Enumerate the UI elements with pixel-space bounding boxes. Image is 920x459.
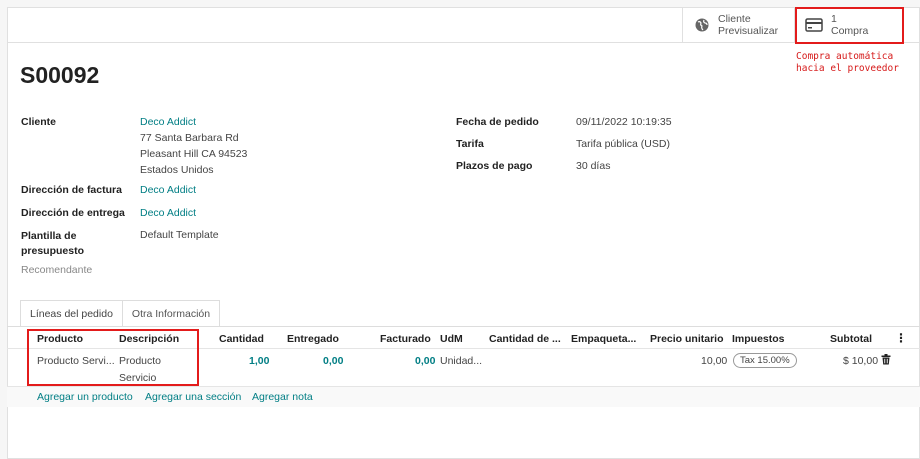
col-header-cantidad-de[interactable]: Cantidad de ... bbox=[489, 333, 561, 345]
row-entregado[interactable]: 0,00 bbox=[323, 355, 343, 367]
column-options-icon[interactable]: ⋮ bbox=[895, 331, 907, 345]
factura-label: Dirección de factura bbox=[21, 184, 122, 196]
cliente-address-2: Pleasant Hill CA 94523 bbox=[140, 148, 248, 160]
row-subtotal: $ 10,00 bbox=[843, 355, 879, 367]
row-udm[interactable]: Unidad... bbox=[440, 355, 482, 367]
plantilla-label-line-1: Plantilla de bbox=[21, 230, 77, 242]
tarifa-value[interactable]: Tarifa pública (USD) bbox=[576, 136, 670, 152]
annotation-line-2: hacia el proveedor bbox=[796, 63, 899, 74]
trash-icon[interactable] bbox=[881, 354, 891, 368]
col-header-facturado[interactable]: Facturado bbox=[380, 333, 431, 345]
product-description-highlight-box bbox=[27, 329, 199, 386]
row-precio[interactable]: 10,00 bbox=[701, 355, 727, 367]
cliente-address-3: Estados Unidos bbox=[140, 164, 214, 176]
col-header-impuestos[interactable]: Impuestos bbox=[732, 333, 785, 345]
cliente-label: Cliente bbox=[21, 116, 57, 128]
col-header-entregado[interactable]: Entregado bbox=[287, 333, 339, 345]
customer-preview-button[interactable]: Cliente Previsualizar bbox=[682, 7, 794, 43]
notebook-tabs: Líneas del pedido Otra Información bbox=[20, 300, 221, 326]
plazos-label: Plazos de pago bbox=[456, 160, 533, 172]
col-header-subtotal[interactable]: Subtotal bbox=[830, 333, 872, 345]
annotation-line-1: Compra automática bbox=[796, 51, 894, 62]
recomendante-label: Recomendante bbox=[21, 264, 93, 276]
col-header-udm[interactable]: UdM bbox=[440, 333, 463, 345]
entrega-label: Dirección de entrega bbox=[21, 207, 125, 219]
row-tax-badge[interactable]: Tax 15.00% bbox=[733, 353, 797, 368]
fecha-value[interactable]: 09/11/2022 10:19:35 bbox=[576, 114, 672, 130]
preview-label-bottom: Previsualizar bbox=[718, 25, 779, 37]
add-section-link[interactable]: Agregar una sección bbox=[145, 391, 241, 403]
preview-label-top: Cliente bbox=[718, 13, 751, 25]
tab-other-info[interactable]: Otra Información bbox=[122, 300, 221, 326]
cliente-name-link[interactable]: Deco Addict bbox=[140, 114, 247, 130]
cliente-address-1: 77 Santa Barbara Rd bbox=[140, 132, 239, 144]
tab-divider bbox=[7, 326, 920, 327]
purchase-highlight-box bbox=[795, 7, 904, 44]
factura-link[interactable]: Deco Addict bbox=[140, 182, 196, 198]
plazos-value[interactable]: 30 días bbox=[576, 158, 610, 174]
tab-order-lines[interactable]: Líneas del pedido bbox=[20, 300, 123, 326]
order-title: S00092 bbox=[20, 62, 100, 88]
plantilla-label: Plantilla de presupuesto bbox=[21, 229, 84, 259]
plantilla-value[interactable]: Default Template bbox=[140, 227, 219, 243]
tarifa-label: Tarifa bbox=[456, 138, 484, 150]
smart-button-bar: Cliente Previsualizar 1 Compra bbox=[7, 7, 920, 43]
row-cantidad[interactable]: 1,00 bbox=[249, 355, 269, 367]
col-header-empaquetado[interactable]: Empaqueta... bbox=[571, 333, 636, 345]
globe-icon bbox=[695, 18, 709, 32]
fecha-label: Fecha de pedido bbox=[456, 116, 539, 128]
col-header-precio[interactable]: Precio unitario bbox=[650, 333, 724, 345]
annotation-note: Compra automática hacia el proveedor bbox=[796, 51, 899, 75]
add-lines-bar bbox=[7, 387, 920, 407]
add-note-link[interactable]: Agregar nota bbox=[252, 391, 313, 403]
col-header-cantidad[interactable]: Cantidad bbox=[219, 333, 264, 345]
entrega-link[interactable]: Deco Addict bbox=[140, 205, 196, 221]
add-product-link[interactable]: Agregar un producto bbox=[37, 391, 133, 403]
cliente-value: Deco Addict 77 Santa Barbara Rd Pleasant… bbox=[140, 114, 247, 178]
plantilla-label-line-2: presupuesto bbox=[21, 245, 85, 257]
row-facturado[interactable]: 0,00 bbox=[415, 355, 435, 367]
